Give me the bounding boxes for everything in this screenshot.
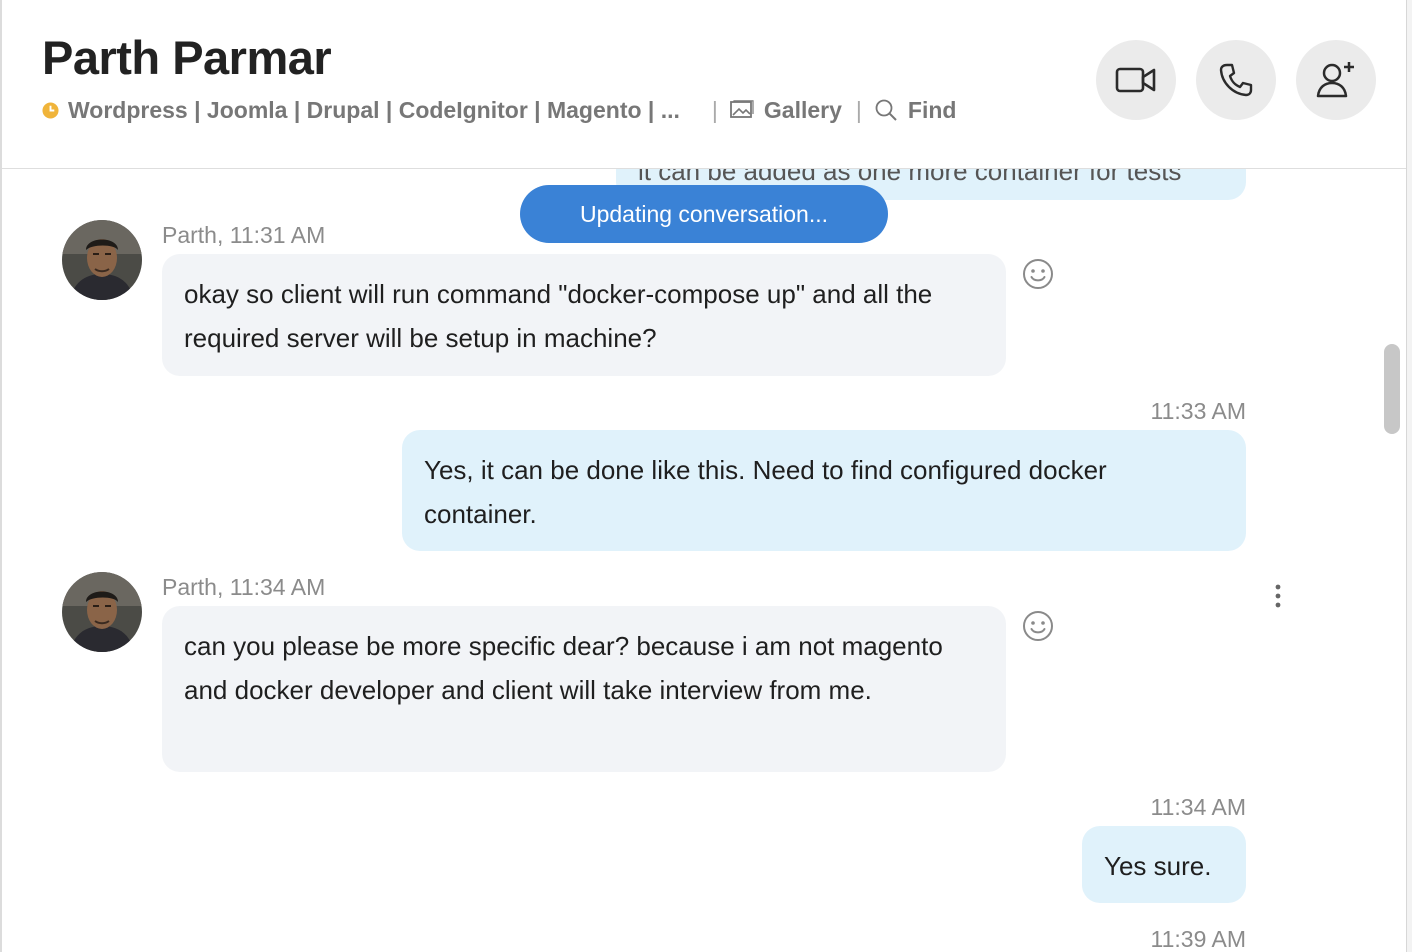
avatar[interactable] <box>62 572 142 652</box>
message-timestamp: 11:39 AM <box>1150 926 1246 952</box>
gallery-button[interactable]: Gallery <box>730 97 842 124</box>
find-button[interactable]: Find <box>874 96 957 124</box>
message-timestamp: 11:33 AM <box>1150 398 1246 424</box>
sender-timestamp: Parth, 11:34 AM <box>162 574 326 600</box>
add-participant-button[interactable] <box>1296 40 1376 120</box>
video-call-button[interactable] <box>1096 40 1176 120</box>
avatar[interactable] <box>62 220 142 300</box>
gallery-label: Gallery <box>763 96 842 123</box>
conversation-header: Parth Parmar Wordpress | Joomla | Drupal… <box>2 0 1406 169</box>
message-timestamp: 11:34 AM <box>1150 794 1246 820</box>
add-person-icon <box>1316 62 1354 98</box>
audio-call-button[interactable] <box>1196 40 1276 120</box>
video-call-icon <box>1115 67 1156 93</box>
incoming-message[interactable]: can you please be more specific dear? be… <box>162 606 1006 772</box>
message-text: Yes, it can be done like this. Need to f… <box>424 455 1107 529</box>
updating-toast: Updating conversation... <box>520 185 888 243</box>
gallery-icon <box>730 100 754 118</box>
header-subbar: Wordpress | Joomla | Drupal | CodeIgnito… <box>42 94 956 126</box>
outgoing-message[interactable]: Yes sure. <box>1082 826 1246 903</box>
contact-photo <box>62 572 142 652</box>
smiley-icon[interactable] <box>1022 258 1054 290</box>
mood-message[interactable]: Wordpress | Joomla | Drupal | CodeIgnito… <box>68 97 680 124</box>
contact-photo <box>62 220 142 300</box>
message-text: Yes sure. <box>1104 851 1212 881</box>
sender-timestamp: Parth, 11:31 AM <box>162 222 326 248</box>
message-list[interactable]: it can be added as one more container fo… <box>2 169 1406 952</box>
incoming-message[interactable]: okay so client will run command "docker-… <box>162 254 1006 376</box>
outgoing-message[interactable]: Yes, it can be done like this. Need to f… <box>402 430 1246 551</box>
message-text: okay so client will run command "docker-… <box>184 279 933 353</box>
more-options-icon[interactable] <box>1270 583 1286 609</box>
mood-clock-icon <box>42 101 59 119</box>
window-right-edge <box>1406 0 1412 952</box>
contact-name[interactable]: Parth Parmar <box>42 30 332 85</box>
divider: | <box>711 96 718 123</box>
divider: | <box>855 96 862 123</box>
find-label: Find <box>907 96 957 123</box>
search-icon <box>875 99 897 121</box>
audio-call-icon <box>1219 63 1253 97</box>
smiley-icon[interactable] <box>1022 610 1054 642</box>
scrollbar-thumb[interactable] <box>1384 344 1400 434</box>
message-text: can you please be more specific dear? be… <box>184 631 943 705</box>
